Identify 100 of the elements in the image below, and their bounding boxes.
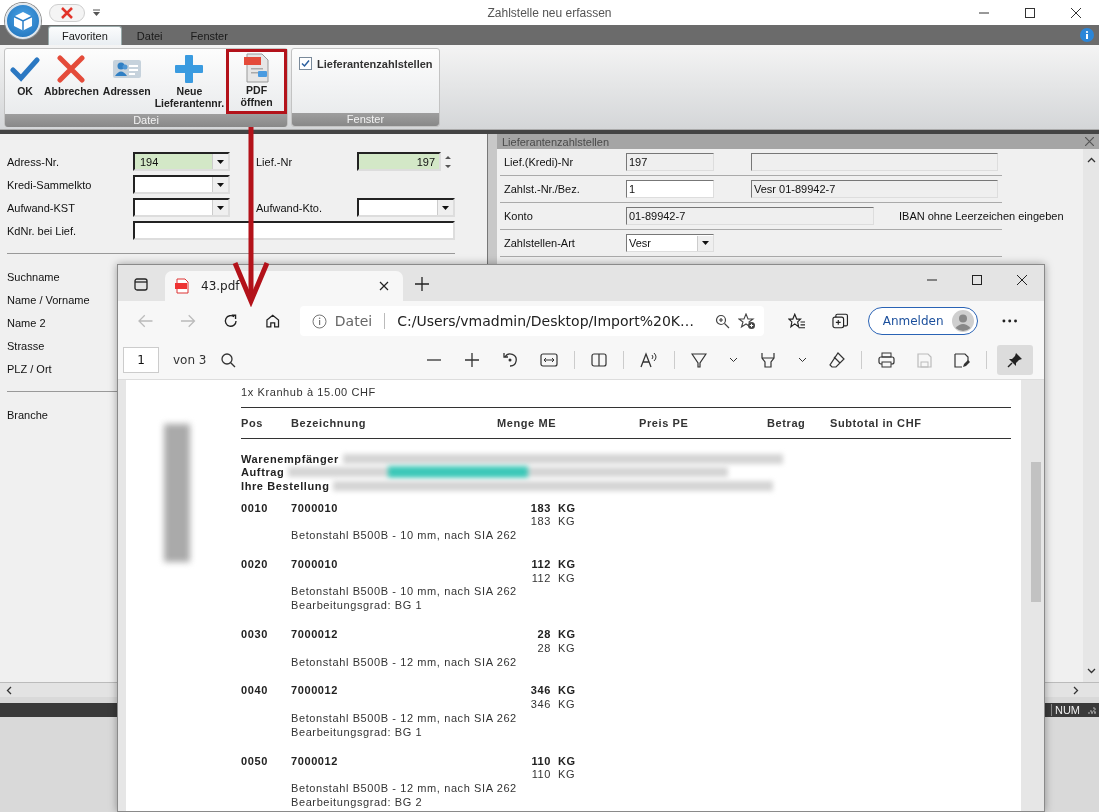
scrollbar[interactable]: [0, 683, 117, 697]
text-field[interactable]: Vesr 01-89942-7: [751, 180, 998, 198]
info-icon[interactable]: [1080, 28, 1094, 42]
unit: KG: [558, 627, 576, 641]
tab-actions-icon[interactable]: [134, 277, 148, 291]
scroll-right-icon[interactable]: [1073, 685, 1079, 695]
text-field[interactable]: [751, 153, 998, 171]
url-text: C:/Users/vmadmin/Desktop/Import%20K…: [397, 313, 696, 329]
collections-icon[interactable]: [832, 313, 849, 329]
field-label: Strasse: [7, 339, 45, 352]
scroll-down-icon[interactable]: [1086, 668, 1096, 674]
close-icon: [1016, 275, 1027, 285]
window-title: Zahlstelle neu erfassen: [487, 5, 612, 20]
text-field[interactable]: 197: [626, 153, 714, 171]
checkbox-label: Lieferantenzahlstellen: [317, 57, 433, 70]
info-icon[interactable]: [311, 313, 327, 329]
quantity: 110: [530, 753, 551, 768]
page-count: von 3: [173, 353, 207, 367]
avatar-icon: [951, 310, 974, 332]
cancel-button[interactable]: [49, 3, 85, 22]
customize-icon[interactable]: [93, 8, 100, 17]
close-icon: [60, 5, 74, 20]
combo-box[interactable]: [133, 198, 230, 217]
dropdown-arrow-icon: [217, 182, 224, 187]
position-number: 0020: [241, 556, 269, 571]
unit: KG: [558, 683, 576, 698]
sign-in-button[interactable]: Anmelden: [867, 307, 978, 335]
home-icon[interactable]: [265, 313, 281, 329]
scroll-up-icon[interactable]: [1086, 157, 1096, 163]
address-bar[interactable]: Datei C:/Users/vmadmin/Desktop/Import%20K…: [299, 306, 764, 336]
combo-box[interactable]: Vesr: [626, 234, 714, 252]
info-label: Ihre Bestellung: [241, 478, 330, 493]
zoom-in-icon[interactable]: [463, 352, 480, 368]
print-icon[interactable]: [877, 352, 895, 368]
add-favorite-icon[interactable]: [737, 312, 756, 330]
item-description: Betonstahl B500B - 12 mm, nach SIA 262: [291, 711, 517, 725]
search-icon[interactable]: [220, 352, 236, 368]
scrollbar[interactable]: [1083, 149, 1099, 682]
favorites-icon[interactable]: [787, 313, 806, 329]
quantity: 28: [536, 640, 551, 655]
page-number-field[interactable]: 1: [123, 347, 159, 373]
rotate-icon[interactable]: [501, 352, 518, 368]
ribbon-button[interactable]: Adressen: [100, 51, 153, 114]
status-panel: NUM: [1050, 704, 1083, 716]
quantity: 183: [529, 500, 551, 515]
panel-title: Lieferantenzahlstellen: [502, 135, 610, 148]
refresh-icon[interactable]: [222, 313, 239, 329]
column-header: Bezeichnung: [291, 416, 368, 430]
pdf-file-icon: [175, 278, 189, 294]
close-icon[interactable]: [379, 281, 389, 291]
eraser-icon[interactable]: [828, 352, 845, 368]
chevron-down-icon[interactable]: [728, 357, 738, 363]
ribbon-button[interactable]: OK: [8, 51, 42, 114]
combo-box[interactable]: [133, 175, 230, 194]
column-header: Pos: [241, 416, 264, 430]
fit-width-icon[interactable]: [539, 353, 558, 367]
page-view-icon[interactable]: [590, 352, 607, 368]
highlight-icon[interactable]: [759, 352, 776, 368]
field-label: Name / Vorname: [7, 293, 90, 306]
field-label: Zahlstellen-Art: [503, 237, 576, 249]
item-description: Betonstahl B500B - 10 mm, nach SIA 262: [291, 528, 517, 542]
item-description: Betonstahl B500B - 12 mm, nach SIA 262: [291, 654, 517, 669]
position-number: 0050: [241, 753, 269, 768]
resize-grip-icon[interactable]: [1086, 705, 1096, 715]
combo-box[interactable]: [357, 198, 455, 217]
zoom-icon[interactable]: [714, 313, 730, 329]
ribbon-button[interactable]: Neue Lieferantennr.: [152, 51, 227, 114]
draw-icon[interactable]: [690, 352, 707, 368]
scroll-left-icon[interactable]: [6, 685, 12, 695]
unit: KG: [558, 767, 576, 782]
field-label: PLZ / Ort: [7, 362, 52, 375]
text-field[interactable]: 01-89942-7: [626, 207, 874, 225]
text-field[interactable]: [133, 221, 455, 240]
item-description: Bearbeitungsgrad: BG 1: [291, 724, 423, 739]
scrollbar[interactable]: [1045, 683, 1099, 697]
new-tab-icon[interactable]: [415, 277, 429, 291]
ribbon-button[interactable]: Abbrechen: [42, 51, 101, 114]
unit: KG: [558, 753, 576, 768]
article-number: 7000010: [291, 556, 340, 571]
group-caption: Datei: [133, 114, 159, 126]
ribbon-tab[interactable]: Favoriten: [48, 26, 122, 45]
save-as-icon[interactable]: [953, 352, 970, 368]
cross-icon: [57, 53, 86, 85]
browser-tab[interactable]: 43.pdf: [165, 271, 403, 301]
dropdown-arrow-icon: [702, 241, 709, 245]
position-number: 0030: [241, 627, 269, 641]
quantity: 346: [529, 697, 551, 712]
checkbox[interactable]: [299, 57, 312, 70]
text-field[interactable]: 1: [626, 180, 714, 198]
spin-box[interactable]: 197: [357, 152, 441, 171]
field-label: Adress-Nr.: [7, 155, 59, 168]
combo-box[interactable]: 194: [133, 152, 230, 171]
read-aloud-icon[interactable]: [639, 352, 658, 368]
field-label: Branche: [7, 408, 48, 421]
pin-button[interactable]: [996, 345, 1033, 375]
url-scheme: Datei: [334, 313, 373, 329]
more-icon[interactable]: [1001, 319, 1017, 323]
chevron-down-icon[interactable]: [797, 357, 807, 363]
unit: KG: [558, 697, 576, 712]
quantity: 183: [529, 514, 551, 529]
